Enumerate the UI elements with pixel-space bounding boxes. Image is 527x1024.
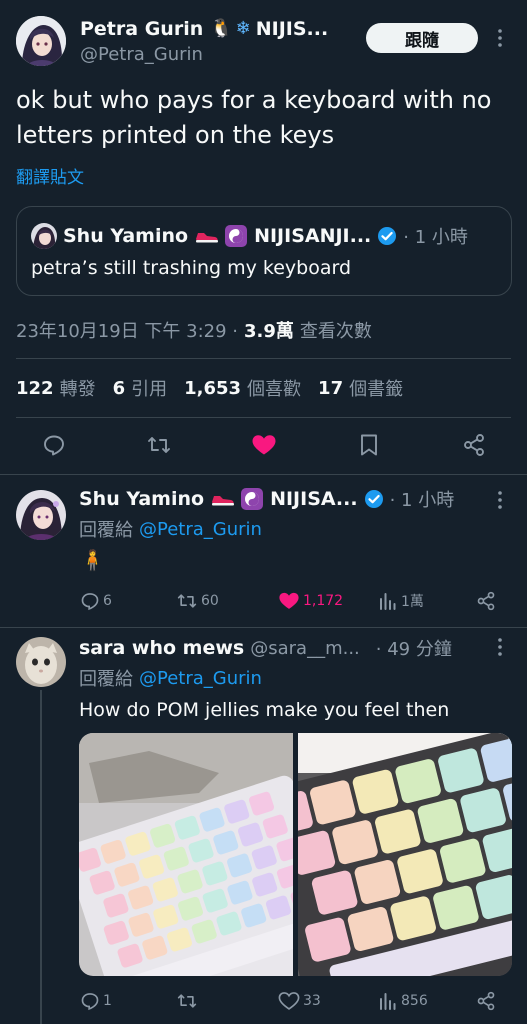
shu-avatar[interactable]	[16, 490, 66, 540]
sneaker-emoji-icon	[211, 492, 235, 506]
bookmarks-count[interactable]: 17	[318, 378, 343, 399]
tweet-timestamp[interactable]: 23年10月19日 下午 3:29 ·	[16, 317, 238, 343]
more-options-icon[interactable]	[494, 28, 506, 48]
views-label: 查看次數	[299, 321, 372, 342]
reply2-like-icon[interactable]	[278, 991, 300, 1011]
reply2-more-icon[interactable]	[494, 637, 506, 657]
petra-avatar[interactable]	[16, 16, 66, 66]
reply1-views-icon[interactable]	[378, 591, 398, 611]
reply2-replies-count: 1	[103, 993, 112, 1009]
reply1-likes-count: 1,172	[303, 593, 344, 609]
quoted-tweet-time: · 1 小時	[403, 227, 468, 248]
reply1-repost-icon[interactable]	[176, 591, 198, 611]
translate-link[interactable]: 翻譯貼文	[16, 163, 84, 188]
bookmark-icon[interactable]	[358, 433, 380, 457]
reply1-share-icon[interactable]	[476, 591, 496, 611]
follow-button[interactable]: 跟隨	[366, 23, 478, 53]
verified-badge-icon	[377, 226, 397, 246]
likes-label[interactable]: 個喜歡	[247, 375, 301, 401]
penguin-emoji-icon: 🐧	[210, 18, 233, 39]
reply2-likes-count: 33	[303, 993, 321, 1009]
reply1-author-name-suffix[interactable]: NIJISA...	[270, 488, 358, 510]
reposts-label[interactable]: 轉發	[60, 375, 96, 401]
reply2-author-handle[interactable]: @sara__m...	[250, 638, 360, 659]
tweet-text: ok but who pays for a keyboard with no l…	[16, 83, 516, 153]
follow-button-label: 跟隨	[405, 30, 439, 51]
keyboard-photo-left[interactable]	[79, 733, 293, 976]
quoted-tweet-card[interactable]: Shu Yamino NIJISANJI... · 1 小時 petra’s s…	[16, 206, 512, 296]
reply1-author-name[interactable]: Shu Yamino	[79, 488, 204, 510]
reply2-views-icon[interactable]	[378, 991, 398, 1011]
divider	[0, 474, 527, 475]
reply2-reply-to-label: 回覆給	[79, 669, 133, 690]
reply1-like-icon[interactable]	[278, 591, 300, 611]
author-display-name[interactable]: Petra Gurin	[80, 18, 203, 40]
reply1-reply-to-handle[interactable]: @Petra_Gurin	[139, 519, 262, 540]
keyboard-photo-right[interactable]	[298, 733, 512, 976]
reply1-text: 🧍	[80, 548, 105, 572]
reply2-repost-icon[interactable]	[176, 991, 198, 1011]
share-icon[interactable]	[462, 433, 486, 457]
tweet-text-line-1: ok but who pays for a keyboard with no	[16, 86, 492, 114]
reply1-replies-count: 6	[103, 593, 112, 609]
bookmarks-label[interactable]: 個書籤	[349, 375, 403, 401]
quoted-author-name-suffix: NIJISANJI...	[254, 225, 372, 247]
reply2-time[interactable]: · 49 分鐘	[376, 635, 452, 661]
reply2-share-icon[interactable]	[476, 991, 496, 1011]
reply1-views-count: 1萬	[401, 594, 424, 610]
quotes-count[interactable]: 6	[113, 378, 126, 399]
reposts-count[interactable]: 122	[16, 378, 54, 399]
repost-icon[interactable]	[146, 433, 172, 457]
reply-icon[interactable]	[42, 433, 66, 457]
reply2-views-count: 856	[401, 993, 428, 1009]
thread-connector	[40, 690, 42, 1024]
reply2-author-name[interactable]: sara who mews	[79, 637, 244, 659]
reply2-reply-to-handle[interactable]: @Petra_Gurin	[139, 668, 262, 689]
divider	[16, 358, 511, 359]
sara-avatar[interactable]	[16, 637, 66, 687]
likes-count[interactable]: 1,653	[184, 378, 241, 399]
views-count: 3.9萬	[244, 321, 294, 342]
quoted-tweet-text: petra’s still trashing my keyboard	[31, 257, 352, 279]
reply1-reply-icon[interactable]	[80, 591, 100, 611]
sneaker-emoji-icon	[195, 229, 219, 243]
tweet-text-line-2: letters printed on the keys	[16, 121, 335, 149]
reply1-reposts-count: 60	[201, 593, 219, 609]
quoted-author-name: Shu Yamino	[63, 225, 189, 247]
author-handle[interactable]: @Petra_Gurin	[80, 44, 203, 65]
reply1-more-icon[interactable]	[494, 490, 506, 510]
yin-yang-emoji-icon	[225, 225, 248, 247]
reply2-text: How do POM jellies make you feel then	[79, 699, 450, 721]
reply2-media-grid[interactable]	[79, 733, 512, 976]
quotes-label[interactable]: 引用	[131, 375, 167, 401]
reply1-reply-to-label: 回覆給	[79, 520, 133, 541]
reply1-time[interactable]: · 1 小時	[390, 486, 455, 512]
reply2-reply-icon[interactable]	[80, 991, 100, 1011]
author-name-suffix[interactable]: NIJIS...	[256, 18, 328, 40]
like-icon[interactable]	[251, 433, 277, 457]
quoted-author-avatar	[31, 223, 57, 249]
verified-badge-icon	[364, 489, 384, 509]
divider	[16, 417, 511, 418]
divider	[0, 627, 527, 628]
yin-yang-emoji-icon	[241, 488, 264, 510]
snowflake-emoji-icon: ❄	[235, 18, 251, 39]
